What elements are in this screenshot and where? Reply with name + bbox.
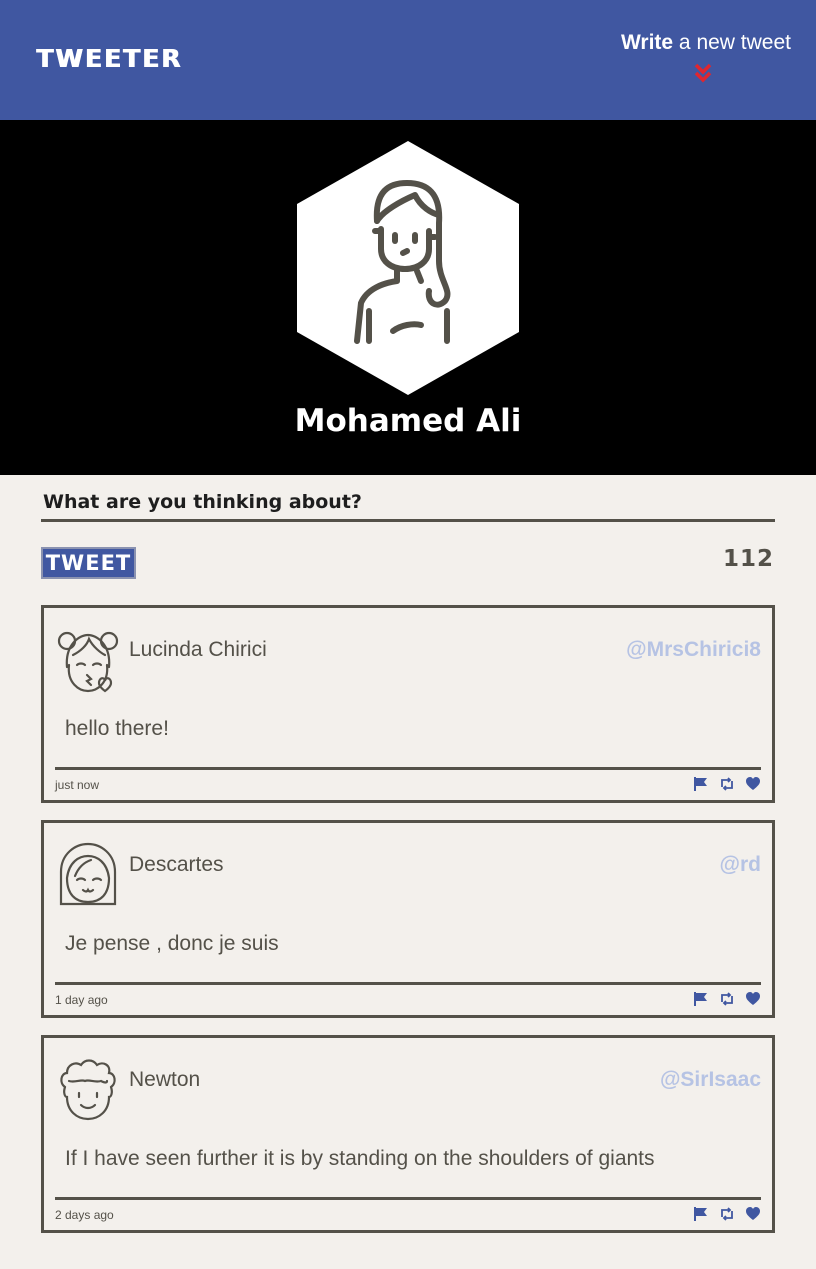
tweet-actions bbox=[693, 991, 761, 1009]
tweet-divider bbox=[55, 982, 761, 985]
tweet-card: Descartes @rd Je pense , donc je suis 1 … bbox=[41, 820, 775, 1018]
profile-name: Mohamed Ali bbox=[294, 403, 522, 439]
top-nav: TWEETER Write a new tweet bbox=[0, 0, 816, 120]
retweet-icon[interactable] bbox=[719, 991, 735, 1007]
write-label: Write bbox=[620, 31, 674, 54]
tweet-actions bbox=[693, 1206, 761, 1224]
flag-icon[interactable] bbox=[693, 1206, 709, 1222]
tweet-text: Je pense , donc je suis bbox=[65, 932, 279, 955]
profile-header: Mohamed Ali bbox=[0, 120, 816, 475]
tweet-text: If I have seen further it is by standing… bbox=[65, 1147, 655, 1170]
tweet-author-name: Descartes bbox=[129, 853, 224, 876]
heart-icon[interactable] bbox=[745, 776, 761, 792]
retweet-icon[interactable] bbox=[719, 1206, 735, 1222]
girl-smile-avatar-icon bbox=[59, 842, 117, 906]
tweet-actions bbox=[693, 776, 761, 794]
tweet-card: Lucinda Chirici @MrsChirici8 hello there… bbox=[41, 605, 775, 803]
double-chevron-down-icon[interactable] bbox=[693, 62, 713, 86]
tweet-timestamp: 2 days ago bbox=[55, 1208, 114, 1222]
girl-kiss-avatar-icon bbox=[57, 631, 119, 693]
tweet-card: Newton @SirIsaac If I have seen further … bbox=[41, 1035, 775, 1233]
curly-hair-avatar-icon bbox=[60, 1059, 116, 1121]
heart-icon[interactable] bbox=[745, 1206, 761, 1222]
tweet-timestamp: 1 day ago bbox=[55, 993, 108, 1007]
brand-logo[interactable]: TWEETER bbox=[36, 44, 182, 73]
char-counter: 112 bbox=[722, 546, 774, 572]
tweet-author-name: Lucinda Chirici bbox=[129, 638, 267, 661]
tweet-author-handle[interactable]: @MrsChirici8 bbox=[626, 638, 761, 662]
compose-area[interactable]: What are you thinking about? bbox=[41, 488, 775, 522]
flag-icon[interactable] bbox=[693, 776, 709, 792]
write-tweet-link[interactable]: Write a new tweet bbox=[621, 31, 791, 55]
tweet-button[interactable]: TWEET bbox=[41, 547, 136, 579]
flag-icon[interactable] bbox=[693, 991, 709, 1007]
profile-avatar bbox=[297, 141, 519, 395]
new-tweet-label: a new tweet bbox=[673, 31, 791, 54]
tweet-timestamp: just now bbox=[55, 778, 100, 792]
tweet-author-handle[interactable]: @rd bbox=[720, 853, 761, 877]
tweet-divider bbox=[55, 767, 761, 770]
tweet-text: hello there! bbox=[65, 717, 169, 740]
tweet-author-handle[interactable]: @SirIsaac bbox=[660, 1068, 761, 1092]
tweet-input[interactable]: What are you thinking about? bbox=[41, 488, 775, 522]
heart-icon[interactable] bbox=[745, 991, 761, 1007]
tweet-divider bbox=[55, 1197, 761, 1200]
tweet-author-name: Newton bbox=[129, 1068, 201, 1091]
retweet-icon[interactable] bbox=[719, 776, 735, 792]
